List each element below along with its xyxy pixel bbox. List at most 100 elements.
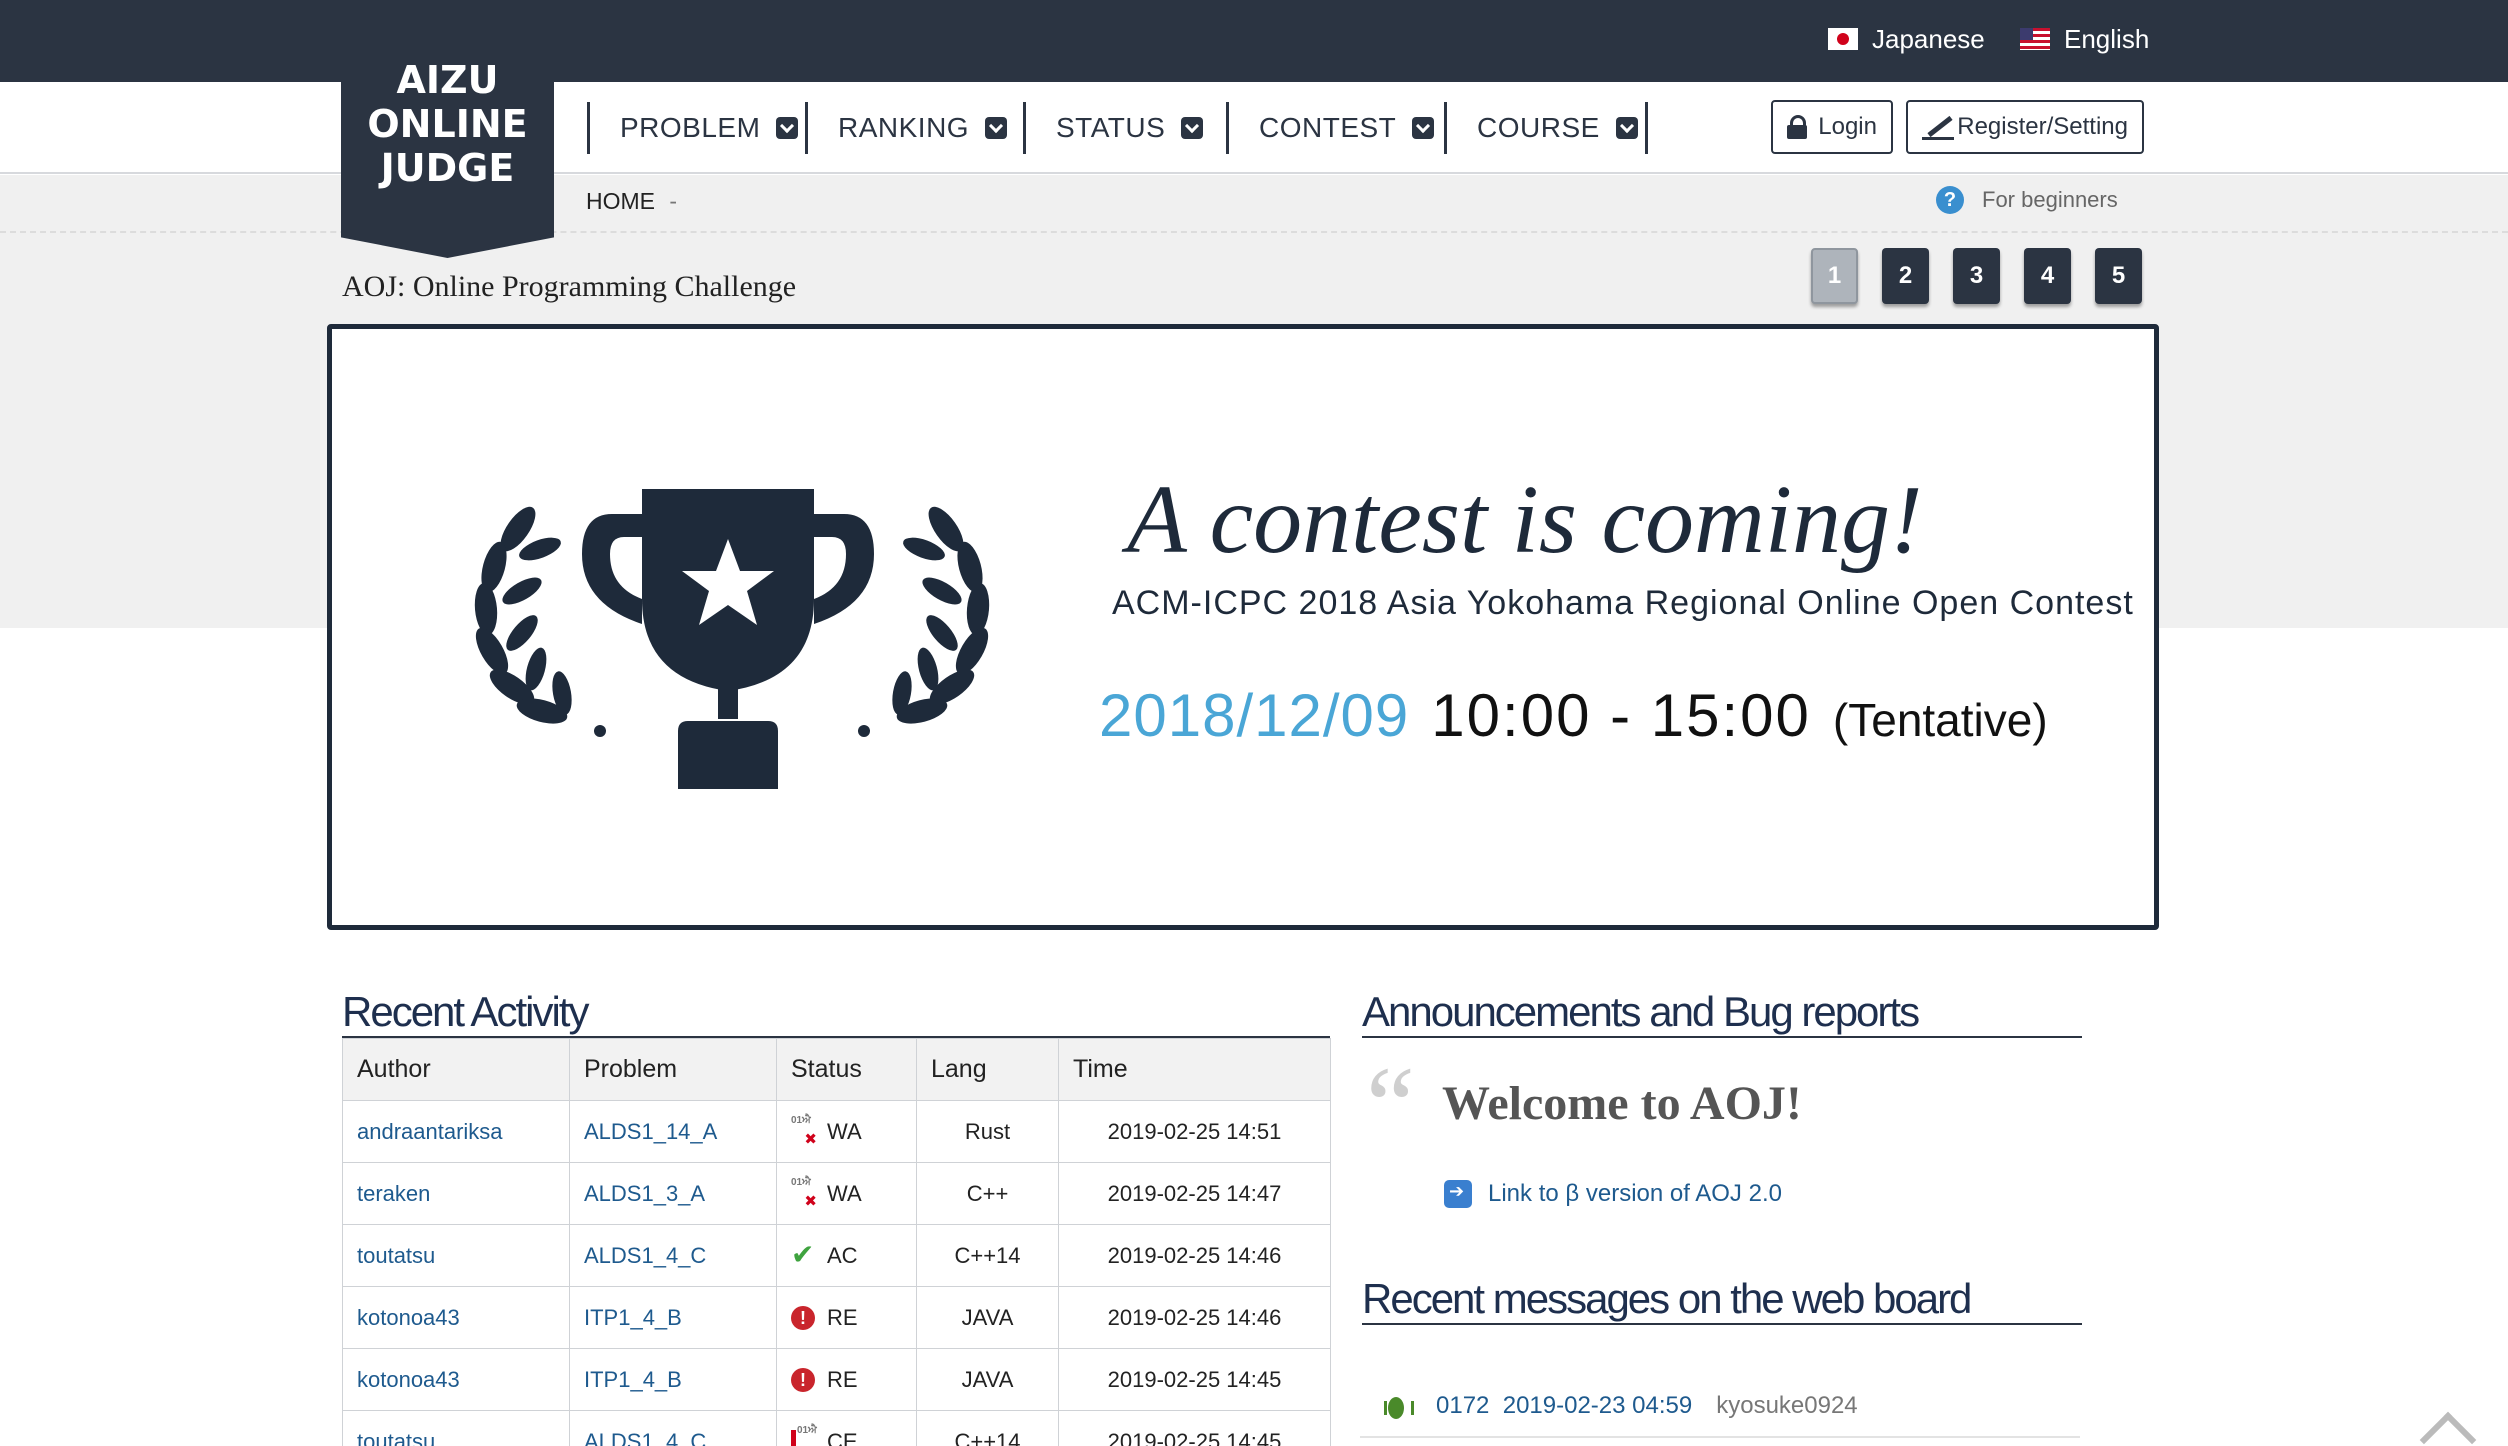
beta-version-link[interactable]: Link to β version of AOJ 2.0	[1444, 1180, 1782, 1208]
nav-divider	[1645, 102, 1648, 154]
lang-cell: JAVA	[916, 1286, 1059, 1349]
pen-icon	[1922, 114, 1955, 140]
time-cell: 2019-02-25 14:45	[1058, 1348, 1331, 1411]
table-row: toutatsu ALDS1_4_C AC C++14 2019-02-25 1…	[342, 1224, 1331, 1287]
trophy-icon	[474, 489, 990, 789]
language-japanese-label: Japanese	[1872, 23, 1985, 54]
nav-ranking[interactable]: RANKING	[838, 104, 1008, 152]
runtime-error-icon	[791, 1305, 815, 1330]
status-cell[interactable]: RE	[791, 1367, 902, 1393]
nav-status[interactable]: STATUS	[1056, 104, 1204, 152]
lang-cell: C++	[916, 1162, 1059, 1225]
nav-contest[interactable]: CONTEST	[1259, 104, 1435, 152]
register-setting-button[interactable]: Register/Setting	[1906, 100, 2144, 154]
lang-cell: Rust	[916, 1100, 1059, 1163]
scroll-to-top-icon[interactable]	[2419, 1411, 2477, 1446]
chevron-down-icon	[776, 117, 799, 139]
time-cell: 2019-02-25 14:47	[1058, 1162, 1331, 1225]
chevron-down-icon	[1412, 117, 1435, 139]
nav-problem[interactable]: PROBLEM	[620, 104, 799, 152]
breadcrumb-home[interactable]: HOME	[586, 188, 655, 214]
nav-problem-label: PROBLEM	[620, 112, 761, 143]
author-link[interactable]: kotonoa43	[357, 1367, 460, 1392]
column-lang: Lang	[916, 1038, 1059, 1101]
nav-divider	[587, 102, 590, 154]
status-label: WA	[827, 1180, 862, 1206]
language-english-link[interactable]: English	[2020, 22, 2149, 56]
table-row: andraantariksa ALDS1_14_A WA Rust 2019-0…	[342, 1100, 1331, 1163]
message-user[interactable]: kyosuke0924	[1716, 1392, 1857, 1420]
status-cell[interactable]: AC	[791, 1238, 902, 1271]
laurel-right-icon	[858, 506, 990, 737]
contest-banner[interactable]: A contest is coming! ACM-ICPC 2018 Asia …	[327, 324, 2159, 930]
logo-text: AIZU ONLINE JUDGE	[367, 58, 528, 190]
author-link[interactable]: toutatsu	[357, 1243, 435, 1268]
table-row: kotonoa43 ITP1_4_B RE JAVA 2019-02-25 14…	[342, 1348, 1331, 1411]
for-beginners-link[interactable]: ? For beginners	[1936, 186, 2118, 214]
lock-icon	[1787, 115, 1808, 139]
problem-link[interactable]: ALDS1_4_C	[584, 1243, 706, 1268]
page-title: AOJ: Online Programming Challenge	[342, 270, 797, 303]
nav-course[interactable]: COURSE	[1477, 104, 1638, 152]
problem-link[interactable]: ITP1_4_B	[584, 1367, 682, 1392]
time-cell: 2019-02-25 14:46	[1058, 1224, 1331, 1287]
banner-subtitle: ACM-ICPC 2018 Asia Yokohama Regional Onl…	[1112, 584, 2134, 622]
lang-cell: C++14	[916, 1410, 1059, 1446]
author-link[interactable]: teraken	[357, 1181, 430, 1206]
table-row: teraken ALDS1_3_A WA C++ 2019-02-25 14:4…	[342, 1162, 1331, 1225]
list-item: 0172 2019-02-23 04:59 kyosuke0924	[1360, 1376, 2080, 1438]
nav-contest-label: CONTEST	[1259, 112, 1397, 143]
nav-status-label: STATUS	[1056, 112, 1166, 143]
breadcrumb: HOME -	[586, 188, 677, 215]
compile-error-icon	[791, 1426, 817, 1446]
problem-link[interactable]: ALDS1_4_C	[584, 1429, 706, 1446]
status-cell[interactable]: RE	[791, 1305, 902, 1331]
announcements-heading: Announcements and Bug reports	[1362, 988, 2082, 1038]
nav-ranking-label: RANKING	[838, 112, 970, 143]
problem-link[interactable]: ALDS1_14_A	[584, 1119, 717, 1144]
breadcrumb-separator: -	[669, 188, 678, 214]
table-row: kotonoa43 ITP1_4_B RE JAVA 2019-02-25 14…	[342, 1286, 1331, 1349]
status-cell[interactable]: CE	[791, 1426, 902, 1446]
banner-page-3[interactable]: 3	[1953, 248, 2000, 304]
login-label: Login	[1818, 113, 1877, 140]
lang-cell: C++14	[916, 1224, 1059, 1287]
language-japanese-link[interactable]: Japanese	[1828, 22, 1985, 56]
author-link[interactable]: toutatsu	[357, 1429, 435, 1446]
banner-page-4[interactable]: 4	[2024, 248, 2071, 304]
time-cell: 2019-02-25 14:45	[1058, 1410, 1331, 1446]
runtime-error-icon	[791, 1367, 815, 1392]
column-problem: Problem	[569, 1038, 777, 1101]
author-link[interactable]: andraantariksa	[357, 1119, 503, 1144]
status-label: CE	[827, 1428, 858, 1446]
table-row: toutatsu ALDS1_4_C CE C++14 2019-02-25 1…	[342, 1410, 1331, 1446]
nav-divider	[1226, 102, 1229, 154]
status-label: RE	[827, 1366, 858, 1392]
time-cell: 2019-02-25 14:51	[1058, 1100, 1331, 1163]
arrow-right-icon	[1444, 1180, 1472, 1208]
us-flag-icon	[2020, 28, 2050, 50]
status-label: WA	[827, 1118, 862, 1144]
question-icon: ?	[1936, 186, 1964, 214]
site-logo[interactable]: AIZU ONLINE JUDGE	[341, 0, 554, 258]
banner-page-1[interactable]: 1	[1811, 248, 1858, 304]
banner-schedule: 2018/12/09 10:00 - 15:00 (Tentative)	[1099, 681, 2048, 750]
beta-version-label: Link to β version of AOJ 2.0	[1488, 1180, 1782, 1207]
banner-page-2[interactable]: 2	[1882, 248, 1929, 304]
time-cell: 2019-02-25 14:46	[1058, 1286, 1331, 1349]
banner-time: 10:00 - 15:00	[1431, 682, 1811, 749]
status-cell[interactable]: WA	[791, 1178, 902, 1210]
message-link[interactable]: 0172 2019-02-23 04:59	[1436, 1392, 1692, 1420]
language-english-label: English	[2064, 23, 2150, 54]
login-button[interactable]: Login	[1771, 100, 1893, 154]
problem-link[interactable]: ITP1_4_B	[584, 1305, 682, 1330]
banner-date: 2018/12/09	[1099, 682, 1410, 749]
nav-divider	[1023, 102, 1026, 154]
table-header-row: Author Problem Status Lang Time	[342, 1038, 1331, 1101]
author-link[interactable]: kotonoa43	[357, 1305, 460, 1330]
wrong-answer-icon	[791, 1178, 817, 1210]
problem-link[interactable]: ALDS1_3_A	[584, 1181, 705, 1206]
banner-page-5[interactable]: 5	[2095, 248, 2142, 304]
chevron-down-icon	[1181, 117, 1204, 139]
status-cell[interactable]: WA	[791, 1116, 902, 1148]
